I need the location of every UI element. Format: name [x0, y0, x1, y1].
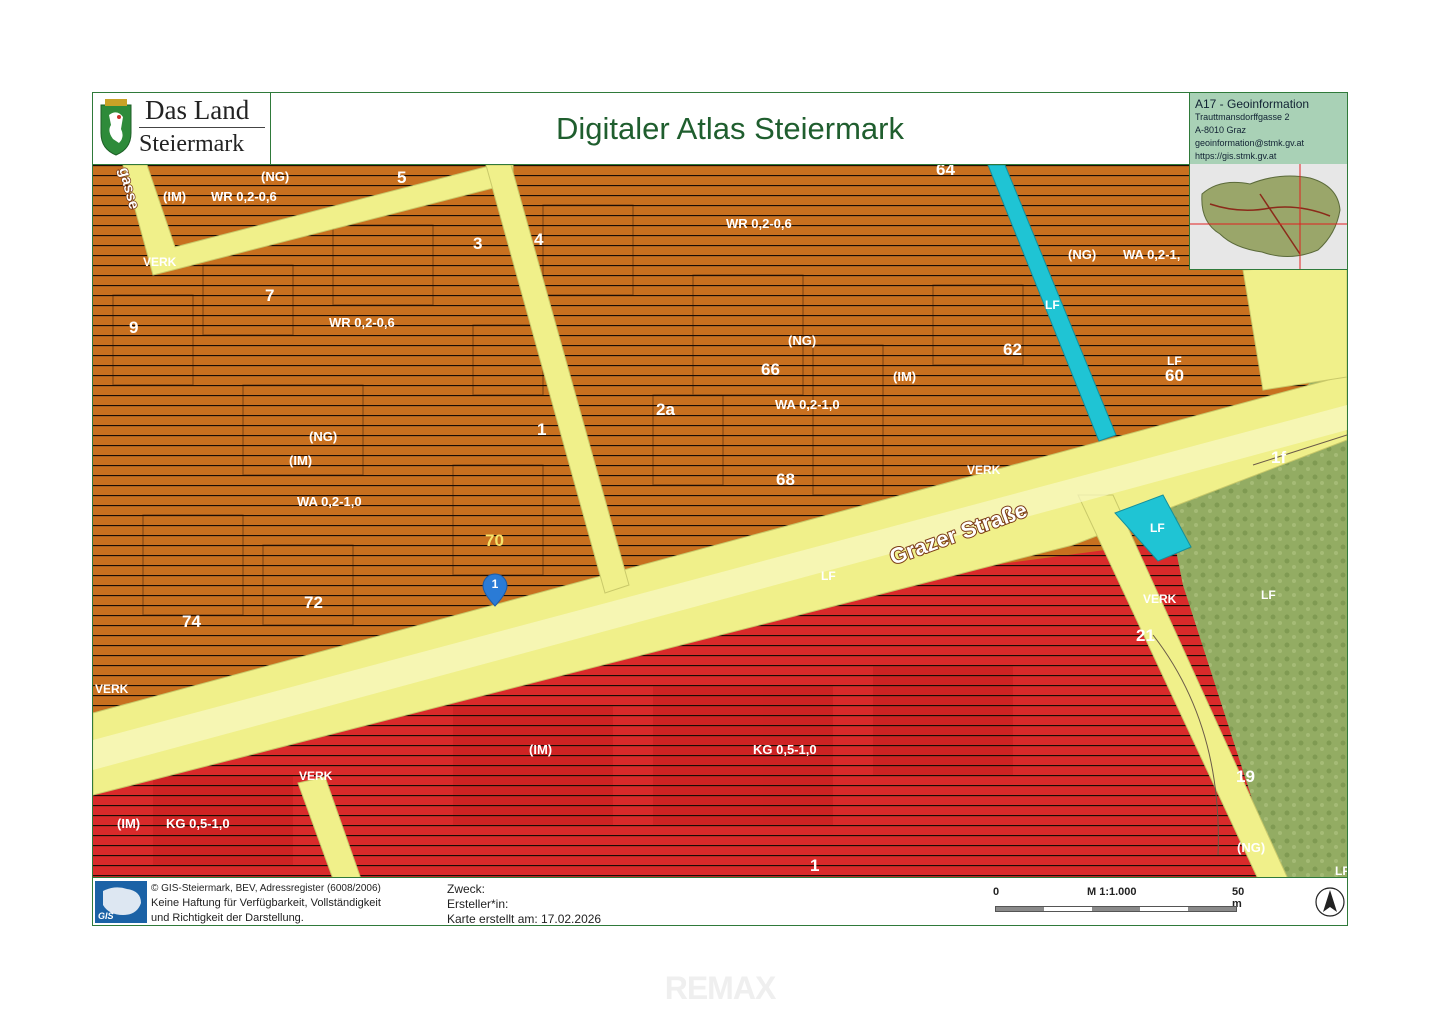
disclaimer-line: Keine Haftung für Verfügbarkeit, Vollstä… [151, 897, 381, 909]
copyright-text: © GIS-Steiermark, BEV, Adressregister (6… [151, 881, 381, 926]
contact-info: A17 - Geoinformation Trauttmansdorffgass… [1189, 93, 1347, 164]
house-number: 64 [936, 165, 955, 179]
house-number: 3 [473, 234, 482, 253]
watermark: REMAX [664, 970, 777, 1006]
marker-number: 1 [491, 577, 499, 591]
label-wa: WA 0,2-1,0 [775, 397, 840, 412]
label-lf: LF [821, 569, 836, 583]
zoning-map: (NG) (IM) WR 0,2-0,6 WR 0,2-0,6 WR 0,2-0… [93, 165, 1347, 878]
map-canvas[interactable]: (NG) (IM) WR 0,2-0,6 WR 0,2-0,6 WR 0,2-0… [93, 164, 1347, 878]
house-number: 7 [265, 286, 274, 305]
copyright-line: © GIS-Steiermark, BEV, Adressregister (6… [151, 883, 381, 894]
logo-divider [139, 127, 265, 128]
disclaimer-line: und Richtigkeit der Darstellung. [151, 912, 304, 924]
label-lf: LF [1150, 521, 1165, 535]
label-kg: KG 0,5-1,0 [166, 816, 230, 831]
label-lf: LF [1261, 588, 1276, 602]
house-number: 74 [182, 612, 201, 631]
scale-zero: 0 [993, 886, 1000, 898]
label-ng: (NG) [788, 333, 816, 348]
north-arrow-icon [1315, 887, 1345, 917]
label-ng: (NG) [261, 169, 289, 184]
logo-line2: Steiermark [139, 131, 245, 157]
label-ng: (NG) [1237, 840, 1265, 855]
info-street: Trauttmansdorffgasse 2 [1195, 112, 1290, 122]
label-wa: WA 0,2-1,0 [297, 494, 362, 509]
house-number: 68 [776, 470, 795, 489]
house-number: 60 [1165, 366, 1184, 385]
house-number: 62 [1003, 340, 1022, 359]
gis-label: GIS [98, 911, 114, 921]
coat-of-arms-icon [100, 99, 132, 156]
footer: GIS © GIS-Steiermark, BEV, Adressregiste… [93, 878, 1347, 927]
overview-map[interactable] [1189, 164, 1347, 270]
author-label: Ersteller*in: [447, 897, 509, 911]
created-date: Karte erstellt am: 17.02.2026 [447, 912, 602, 926]
label-verk: VERK [967, 463, 1001, 477]
label-verk: VERK [299, 769, 333, 783]
house-number: 5 [397, 168, 406, 187]
label-wr: WR 0,2-0,6 [211, 189, 277, 204]
house-number: 1 [537, 420, 546, 439]
house-number: 1 [810, 856, 819, 875]
styria-overview-icon [1190, 164, 1347, 269]
label-im: (IM) [529, 742, 552, 757]
scale-graphic [995, 906, 1237, 912]
info-city: A-8010 Graz [1195, 125, 1247, 135]
info-email[interactable]: geoinformation@stmk.gv.at [1195, 137, 1347, 150]
label-im: (IM) [893, 369, 916, 384]
gis-logo: GIS [95, 881, 147, 923]
scale-ratio: M 1:1.000 [1087, 886, 1137, 898]
map-meta: Zweck: Ersteller*in: Karte erstellt am: … [447, 882, 601, 927]
label-kg: KG 0,5-1,0 [753, 742, 817, 757]
house-number: 72 [304, 593, 323, 612]
info-title: A17 - Geoinformation [1195, 97, 1310, 111]
scale-bar: 0 M 1:1.000 50 m [993, 886, 1244, 920]
label-im: (IM) [117, 816, 140, 831]
location-pin-icon[interactable]: 1 [481, 573, 509, 607]
page-title: Digitaler Atlas Steiermark [555, 110, 904, 146]
logo: Das Land Steiermark [93, 93, 271, 164]
house-number: 70 [485, 531, 504, 550]
header: Das Land Steiermark Digitaler Atlas Stei… [93, 93, 1347, 164]
label-verk: VERK [143, 255, 177, 269]
label-verk: VERK [95, 682, 129, 696]
house-number: 19 [1236, 767, 1255, 786]
house-number: 4 [534, 230, 544, 249]
label-im: (IM) [289, 453, 312, 468]
house-number: 2a [656, 400, 675, 419]
label-verk: VERK [1143, 592, 1177, 606]
label-lf: LF [1045, 298, 1060, 312]
label-ng: (NG) [1068, 247, 1096, 262]
purpose-label: Zweck: [447, 882, 486, 896]
label-lf: LF [1335, 864, 1347, 878]
label-wr: WR 0,2-0,6 [329, 315, 395, 330]
house-number: 66 [761, 360, 780, 379]
label-wr: WR 0,2-0,6 [726, 216, 792, 231]
logo-line1: Das Land [145, 95, 250, 125]
label-im: (IM) [163, 189, 186, 204]
label-ng: (NG) [309, 429, 337, 444]
house-number: 21 [1136, 626, 1155, 645]
house-number: 9 [129, 318, 138, 337]
map-sheet: Das Land Steiermark Digitaler Atlas Stei… [92, 92, 1348, 926]
info-url[interactable]: https://gis.stmk.gv.at [1195, 150, 1347, 163]
house-number: 1f [1271, 448, 1286, 467]
label-wa: WA 0,2-1, [1123, 247, 1180, 262]
